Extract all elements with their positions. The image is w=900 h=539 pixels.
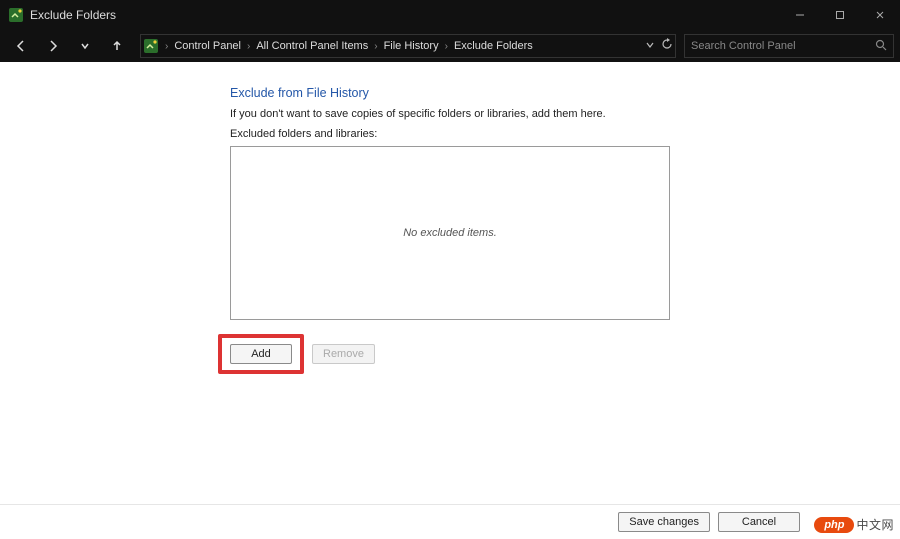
list-buttons: Add Remove bbox=[230, 334, 670, 374]
recent-locations-button[interactable] bbox=[70, 32, 100, 60]
titlebar: Exclude Folders bbox=[0, 0, 900, 30]
address-dropdown-button[interactable] bbox=[645, 37, 655, 55]
chevron-right-icon[interactable]: › bbox=[163, 41, 170, 52]
breadcrumb-item[interactable]: File History bbox=[384, 40, 439, 52]
breadcrumb-item[interactable]: Control Panel bbox=[174, 40, 241, 52]
content-area: Exclude from File History If you don't w… bbox=[0, 62, 900, 504]
breadcrumb-item[interactable]: All Control Panel Items bbox=[256, 40, 368, 52]
footer: Save changes Cancel bbox=[0, 504, 900, 539]
close-button[interactable] bbox=[860, 0, 900, 30]
save-changes-button[interactable]: Save changes bbox=[618, 512, 710, 532]
window-controls bbox=[780, 0, 900, 30]
search-icon[interactable] bbox=[875, 39, 887, 54]
remove-button: Remove bbox=[312, 344, 375, 364]
navigation-toolbar: › Control Panel › All Control Panel Item… bbox=[0, 30, 900, 62]
address-bar[interactable]: › Control Panel › All Control Panel Item… bbox=[140, 34, 676, 58]
minimize-button[interactable] bbox=[780, 0, 820, 30]
exclude-panel: Exclude from File History If you don't w… bbox=[230, 86, 670, 374]
search-box[interactable] bbox=[684, 34, 894, 58]
excluded-list[interactable]: No excluded items. bbox=[230, 146, 670, 320]
empty-list-message: No excluded items. bbox=[403, 227, 497, 239]
cancel-button[interactable]: Cancel bbox=[718, 512, 800, 532]
add-button[interactable]: Add bbox=[230, 344, 292, 364]
breadcrumb-item[interactable]: Exclude Folders bbox=[454, 40, 533, 52]
chevron-right-icon[interactable]: › bbox=[443, 41, 450, 52]
refresh-button[interactable] bbox=[661, 37, 673, 55]
control-panel-icon bbox=[143, 38, 159, 54]
control-panel-icon bbox=[8, 7, 24, 23]
window-title: Exclude Folders bbox=[30, 8, 116, 22]
search-input[interactable] bbox=[691, 40, 861, 52]
chevron-right-icon[interactable]: › bbox=[372, 41, 379, 52]
forward-button[interactable] bbox=[38, 32, 68, 60]
maximize-button[interactable] bbox=[820, 0, 860, 30]
back-button[interactable] bbox=[6, 32, 36, 60]
annotation-highlight: Add bbox=[218, 334, 304, 374]
chevron-right-icon[interactable]: › bbox=[245, 41, 252, 52]
page-heading: Exclude from File History bbox=[230, 86, 670, 100]
page-description: If you don't want to save copies of spec… bbox=[230, 108, 670, 120]
up-button[interactable] bbox=[102, 32, 132, 60]
list-label: Excluded folders and libraries: bbox=[230, 128, 670, 140]
